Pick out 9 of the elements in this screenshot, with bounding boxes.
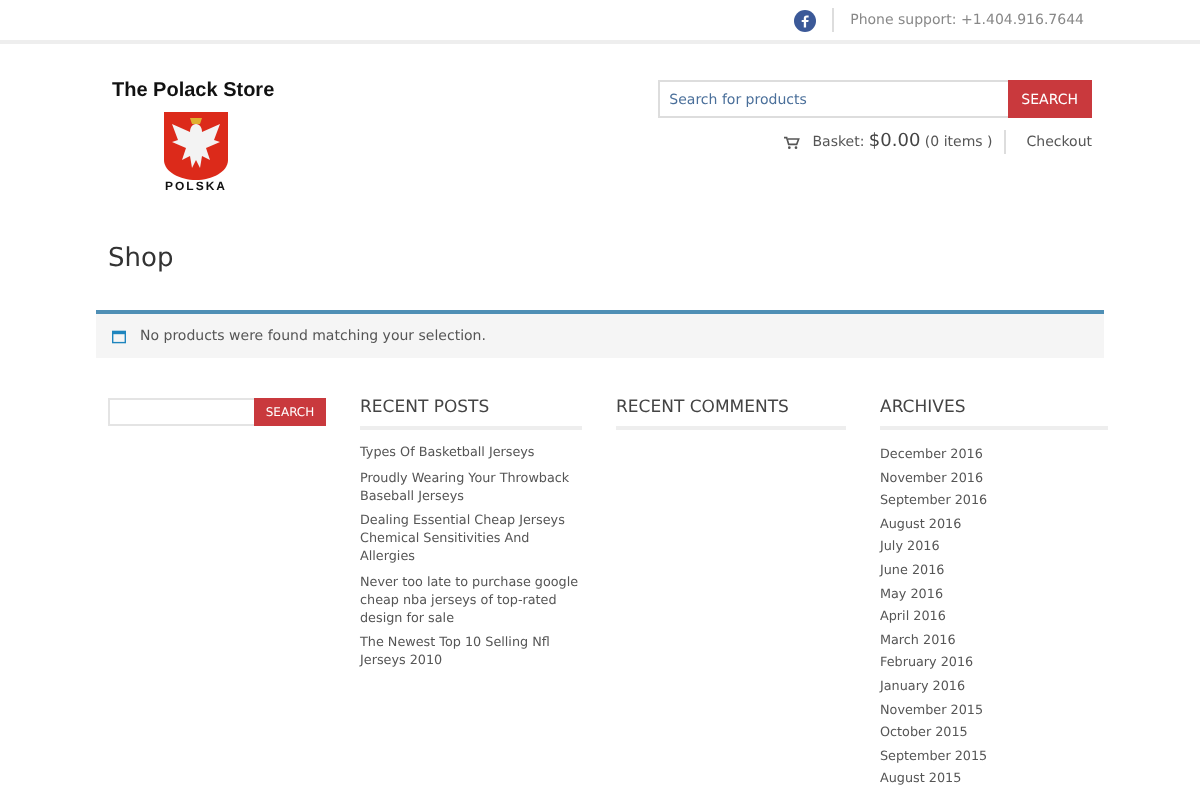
cart-icon[interactable] xyxy=(784,135,801,149)
window-icon xyxy=(112,329,126,343)
facebook-icon[interactable] xyxy=(794,9,817,31)
widget-title: RECENT POSTS xyxy=(360,398,582,430)
page-title: Shop xyxy=(108,244,176,276)
widget-title: ARCHIVES xyxy=(880,398,1108,430)
sidebar-search-field[interactable] xyxy=(108,398,254,426)
site-title[interactable]: The Polack Store xyxy=(112,80,275,102)
widget-title: RECENT COMMENTS xyxy=(616,398,846,430)
